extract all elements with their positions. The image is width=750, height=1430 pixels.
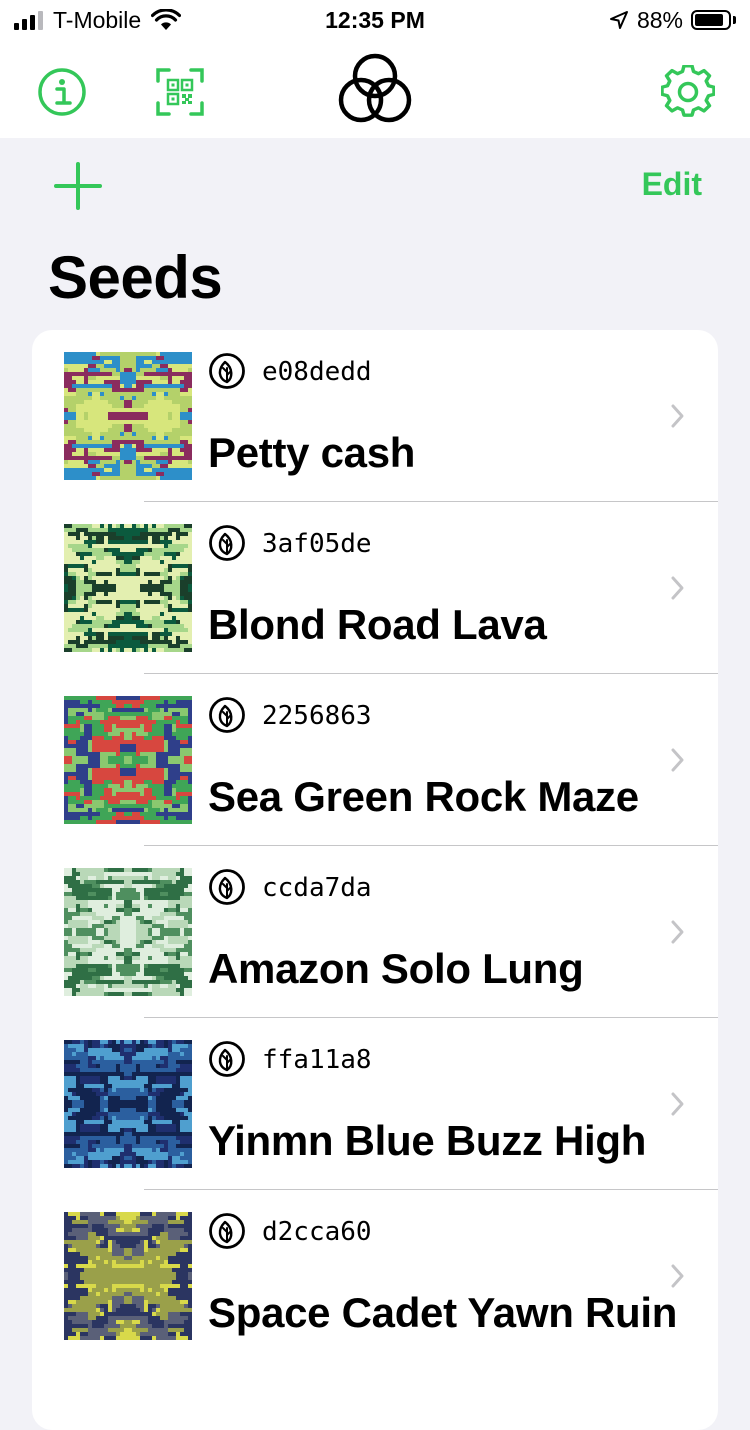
navigation-bar xyxy=(0,40,750,138)
seed-name: Amazon Solo Lung xyxy=(208,945,584,992)
seed-identicon xyxy=(64,1040,192,1168)
battery-level-fill xyxy=(695,14,723,26)
battery-cap xyxy=(733,16,736,24)
seed-row[interactable]: ffa11a8 Yinmn Blue Buzz High xyxy=(32,1018,718,1190)
status-bar: T-Mobile 12:35 PM 88% xyxy=(0,0,750,40)
chevron-right-icon xyxy=(671,576,684,600)
battery-icon xyxy=(691,10,731,30)
seed-row[interactable]: e08dedd Petty cash xyxy=(32,330,718,502)
chevron-right-icon xyxy=(671,1092,684,1116)
qr-code-scan-icon xyxy=(156,68,204,116)
seed-leaf-icon xyxy=(209,697,245,733)
chevron-right-icon xyxy=(671,404,684,428)
chevron-right-icon xyxy=(671,1264,684,1288)
seed-id: ffa11a8 xyxy=(262,1045,372,1075)
seed-leaf-icon xyxy=(209,869,245,905)
seed-row[interactable]: 2256863 Sea Green Rock Maze xyxy=(32,674,718,846)
settings-button[interactable] xyxy=(660,64,716,120)
seed-name: Yinmn Blue Buzz High xyxy=(208,1117,647,1164)
info-circle-icon xyxy=(38,68,86,116)
interlocking-rings-logo xyxy=(338,53,412,123)
battery-percentage: 88% xyxy=(636,6,683,33)
seed-id: 3af05de xyxy=(262,529,372,559)
seed-leaf-icon xyxy=(209,525,245,561)
edit-button[interactable]: Edit xyxy=(642,164,702,204)
seed-name: Sea Green Rock Maze xyxy=(208,773,639,820)
seed-identicon xyxy=(64,524,192,652)
seed-identicon xyxy=(64,868,192,996)
seed-row[interactable]: ccda7da Amazon Solo Lung xyxy=(32,846,718,1018)
add-seed-button[interactable] xyxy=(52,160,104,212)
chevron-right-icon xyxy=(671,748,684,772)
app-logo xyxy=(336,52,414,126)
scan-qr-button[interactable] xyxy=(154,66,206,118)
location-arrow-icon xyxy=(609,11,628,29)
seed-id: 2256863 xyxy=(262,701,372,731)
seed-name: Space Cadet Yawn Ruin xyxy=(208,1289,678,1336)
seed-leaf-icon xyxy=(209,353,245,389)
seed-id: e08dedd xyxy=(262,357,372,387)
plus-icon xyxy=(54,162,102,210)
gear-icon xyxy=(661,65,715,117)
seeds-list: e08dedd Petty cash 3af05de Blond Road La… xyxy=(32,330,718,1430)
seed-id: ccda7da xyxy=(262,873,372,903)
seed-leaf-icon xyxy=(209,1213,245,1249)
seed-leaf-icon xyxy=(209,1041,245,1077)
seed-id: d2cca60 xyxy=(262,1217,372,1247)
info-button[interactable] xyxy=(36,66,88,118)
seed-row[interactable]: d2cca60 Space Cadet Yawn Ruin xyxy=(32,1190,718,1362)
seed-name: Petty cash xyxy=(208,429,416,476)
seed-identicon xyxy=(64,352,192,480)
seed-identicon xyxy=(64,1212,192,1340)
chevron-right-icon xyxy=(671,920,684,944)
seed-name: Blond Road Lava xyxy=(208,601,547,648)
page-title: Seeds xyxy=(48,244,223,311)
status-right: 88% xyxy=(609,6,736,34)
seed-row[interactable]: 3af05de Blond Road Lava xyxy=(32,502,718,674)
seed-identicon xyxy=(64,696,192,824)
